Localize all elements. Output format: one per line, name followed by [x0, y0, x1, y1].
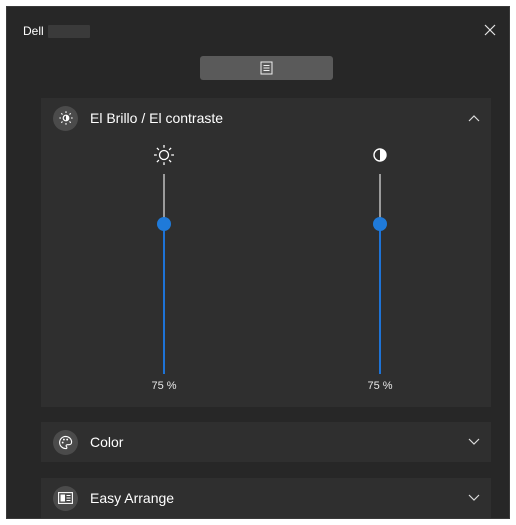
list-document-icon: [260, 61, 273, 75]
chevron-down-icon[interactable]: [467, 492, 481, 504]
window-title: Dell: [23, 24, 90, 38]
brightness-slider-thumb[interactable]: [157, 217, 171, 231]
close-button[interactable]: [479, 19, 501, 41]
close-icon: [484, 24, 496, 36]
model-name-redacted: [47, 24, 90, 38]
section-header-easy-arrange[interactable]: Easy Arrange: [41, 478, 491, 518]
brightness-contrast-icon: [53, 105, 78, 131]
sun-icon: [151, 142, 177, 168]
contrast-slider-track[interactable]: [373, 174, 387, 374]
chevron-up-icon[interactable]: [467, 112, 481, 124]
section-label: El Brillo / El contraste: [90, 110, 224, 126]
brightness-slider-fill: [163, 224, 165, 374]
brightness-slider-track[interactable]: [157, 174, 171, 374]
menu-button[interactable]: [200, 56, 333, 80]
section-color: Color: [41, 422, 491, 462]
contrast-value: 75 %: [367, 380, 393, 392]
section-label: Color: [90, 434, 124, 450]
section-label: Easy Arrange: [90, 490, 175, 506]
easy-arrange-icon: [53, 485, 78, 511]
chevron-down-icon[interactable]: [467, 436, 481, 448]
section-brightness-contrast: El Brillo / El contraste 75 % 75 %: [41, 98, 491, 407]
palette-icon: [53, 429, 78, 455]
contrast-slider-thumb[interactable]: [373, 217, 387, 231]
title-text: Dell: [23, 24, 44, 38]
contrast-slider-fill: [379, 224, 381, 374]
app-window: Dell El Brillo / El contraste 75 % 75 % …: [6, 6, 510, 519]
contrast-slider-group: 75 %: [350, 142, 410, 392]
section-easy-arrange: Easy Arrange: [41, 478, 491, 518]
section-header-color[interactable]: Color: [41, 422, 491, 462]
brightness-value: 75 %: [151, 380, 177, 392]
section-header-brightness-contrast[interactable]: El Brillo / El contraste: [41, 98, 491, 138]
contrast-icon: [367, 142, 393, 168]
brightness-slider-group: 75 %: [134, 142, 194, 392]
